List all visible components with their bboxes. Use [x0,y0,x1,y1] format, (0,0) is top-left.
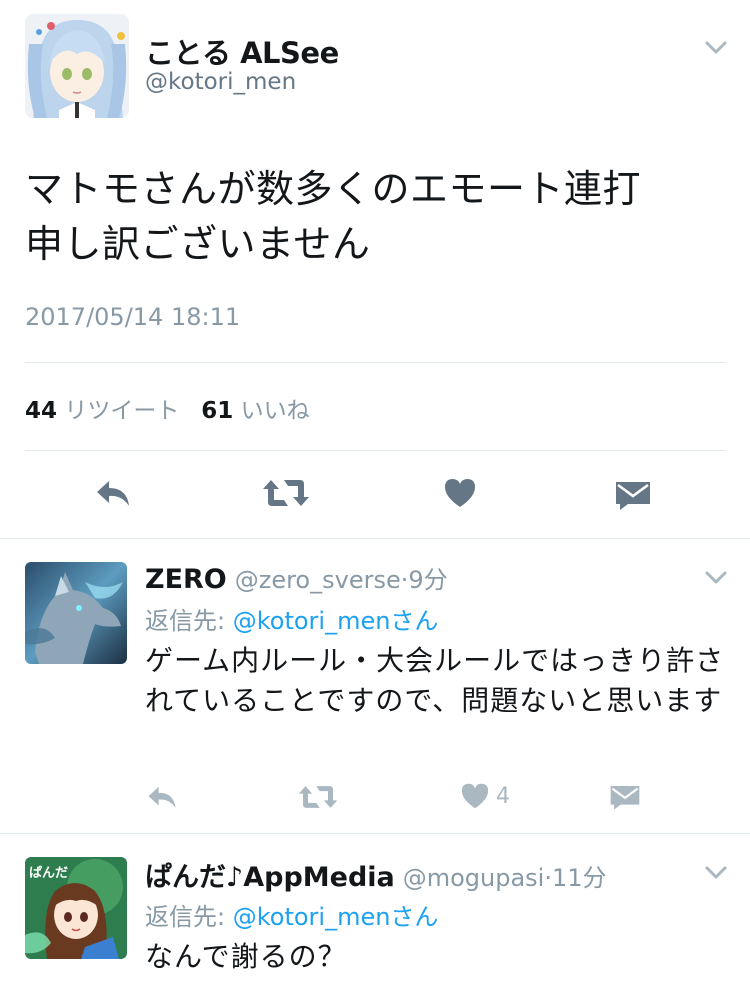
tweet-stats: 44 リツイート 61 いいね [25,391,310,425]
avatar[interactable]: ぱんだ [25,857,127,959]
divider [0,833,750,834]
divider [25,362,725,363]
replying-to: 返信先: @kotori_menさん [145,601,438,636]
reply-button[interactable] [94,478,132,508]
user-handle[interactable]: @mogupasi [403,864,545,892]
retweet-icon [263,480,309,506]
tweet-timestamp[interactable]: 2017/05/14 18:11 [25,303,240,331]
like-icon [445,479,475,507]
reply-time[interactable]: 9分 [408,566,447,594]
retweet-label[interactable]: リツイート [64,398,179,424]
reply-prefix: 返信先: [145,903,233,931]
user-handle[interactable]: @kotori_men [145,69,296,95]
like-button[interactable]: 4 [460,782,510,810]
replying-to: 返信先: @kotori_menさん [145,897,438,932]
like-count[interactable]: 61 [201,398,233,424]
mention-link[interactable]: @kotori_menさん [233,903,439,931]
reply-header: ZERO @zero_sverse·9分 [145,560,448,595]
like-count: 4 [496,783,510,809]
tweet-text-line: 申し訳ございません [25,222,371,266]
reply-text: ゲーム内ルール・大会ルールではっきり許されていることですので、問題ないと思います [145,644,725,717]
like-label[interactable]: いいね [241,398,310,424]
retweet-count[interactable]: 44 [25,398,57,424]
display-name[interactable]: ZERO [145,564,227,595]
retweet-icon [298,786,338,808]
divider [0,538,750,539]
avatar[interactable] [25,562,127,664]
tweet-text: マトモさんが数多くのエモート連打 申し訳ございません [25,162,725,272]
user-handle[interactable]: @zero_sverse [235,566,401,594]
display-name[interactable]: ことる ALSee [145,30,339,72]
reply-icon [97,481,129,506]
reply-header: ぱんだ♪AppMedia @mogupasi·11分 [145,855,607,894]
reply-text: なんで謝るの？ [145,940,347,973]
chevron-down-icon[interactable] [704,865,728,883]
like-icon [461,783,489,809]
avatar-text: ぱんだ [29,865,68,881]
reply-prefix: 返信先: [145,607,233,635]
like-button[interactable] [443,477,477,509]
direct-message-icon [610,786,640,810]
reply-icon [148,786,176,808]
retweet-button[interactable] [262,478,310,508]
direct-message-button[interactable] [609,783,641,811]
chevron-down-icon[interactable] [704,570,728,588]
direct-message-button[interactable] [614,479,652,511]
mention-link[interactable]: @kotori_menさん [233,607,439,635]
avatar[interactable] [25,14,129,118]
reply-button[interactable] [146,784,178,810]
tweet-text-line: マトモさんが数多くのエモート連打 [25,167,642,211]
retweet-button[interactable] [298,784,338,810]
divider [25,450,725,451]
reply-time[interactable]: 11分 [552,864,607,892]
display-name[interactable]: ぱんだ♪AppMedia [145,862,395,893]
direct-message-icon [616,482,650,510]
meta-separator: · [544,864,552,892]
chevron-down-icon[interactable] [704,40,728,58]
